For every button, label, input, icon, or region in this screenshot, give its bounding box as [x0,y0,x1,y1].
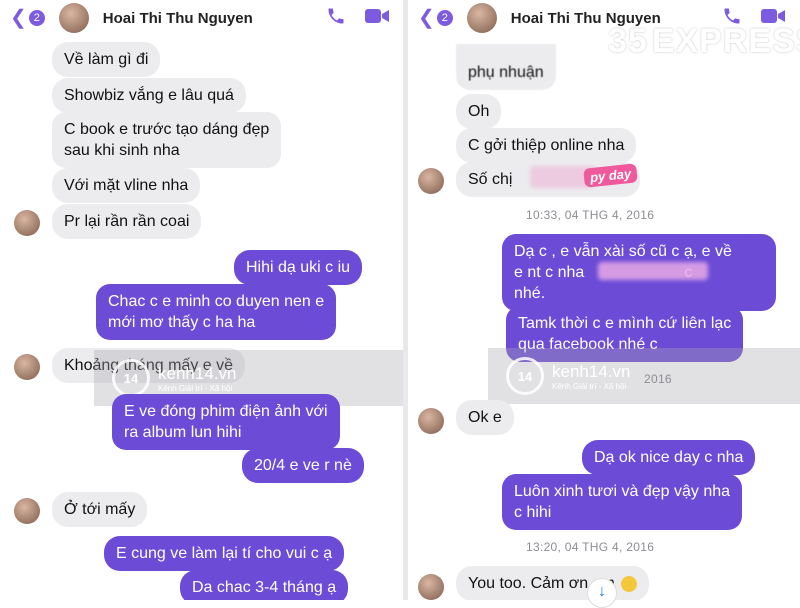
message-bubble-incoming: You too. Cảm ơn em [456,566,649,600]
sender-avatar [14,210,40,236]
timestamp: 10:33, 04 THG 4, 2016 [526,208,655,222]
watermark-tagline: Kênh Giải trí - Xã hội [158,383,233,393]
message-bubble-incoming: Ok e [456,400,514,435]
phone-icon[interactable] [326,6,346,26]
message-bubble-outgoing: Da chac 3-4 tháng ạ [180,570,349,600]
back-button[interactable]: ❮ 2 [10,8,45,28]
back-button[interactable]: ❮ 2 [418,8,453,28]
message-bubble-outgoing: Chac c e minh co duyen nen e mới mơ thấy… [96,284,337,340]
message-bubble-outgoing: Dạ ok nice day c nha [582,440,756,475]
timestamp: 13:20, 04 THG 4, 2016 [526,540,655,554]
watermark-site: kenh14.vn [158,363,237,383]
message-bubble-outgoing: 20/4 e ve r nè [242,448,364,483]
message-bubble-incoming: phụ nhuận [456,44,556,90]
right-chat-panel: ❮ 2 Hoai Thi Thu Nguyen phụ nhuận Oh C g… [408,0,800,600]
35express-logo: 35EXPRESS [608,22,800,61]
message-line: Luôn xinh tươi và đẹp vậy nha [514,483,731,500]
smiley-emoji-icon [620,575,637,592]
video-call-icon[interactable] [364,6,390,26]
chat-header: ❮ 2 Hoai Thi Thu Nguyen [0,0,404,36]
sender-avatar [14,354,40,380]
message-bubble-incoming: C gởi thiệp online nha [456,128,637,163]
message-line: nhé. [514,285,546,302]
chevron-left-icon: ❮ [418,7,435,29]
message-bubble-incoming: Với mặt vline nha [52,168,201,203]
timestamp: 2016 [644,372,672,386]
message-line: sau khi sinh nha [64,142,180,159]
message-bubble-outgoing: Luôn xinh tươi và đẹp vậy nha c hihi [502,474,743,530]
watermark-tagline: Kênh Giải trí - Xã hội [552,381,627,391]
left-chat-panel: ❮ 2 Hoai Thi Thu Nguyen Về làm gì đi Sho… [0,0,404,600]
message-line: C book e trước tạo dáng đẹp [64,121,270,138]
sender-avatar [418,574,444,600]
message-bubble-incoming: Pr lại rần rần coai [52,204,202,239]
message-bubble-outgoing: E cung ve làm lại tí cho vui c ạ [104,536,345,571]
arrow-down-icon: ↓ [598,583,606,600]
message-bubble-outgoing: Hihi dạ uki c iu [234,250,363,285]
message-line: E ve đóng phim điện ảnh với [124,403,328,420]
sender-avatar [418,168,444,194]
message-line: c hihi [514,504,552,521]
message-line: mới mơ thấy c ha ha [108,314,256,331]
scroll-down-button[interactable]: ↓ [587,578,617,608]
contact-name[interactable]: Hoai Thi Thu Nguyen [103,10,253,27]
message-bubble-incoming: Oh [456,94,502,129]
contact-avatar[interactable] [58,3,89,33]
message-line: Chac c e minh co duyen nen e [108,293,325,310]
sender-avatar [418,408,444,434]
message-line: Dạ c , e vẫn xài số cũ c ạ, e về [514,243,732,260]
unread-count-badge: 2 [28,10,45,26]
sender-avatar [14,498,40,524]
kenh14-badge: 14 [506,357,544,395]
logo-number: 35 [608,22,648,60]
contact-avatar[interactable] [466,3,497,33]
kenh14-badge: 14 [112,359,150,397]
redacted-phone-number [598,262,708,280]
message-line: Tamk thời c e mình cứ liên lạc [518,315,732,332]
message-bubble-outgoing: E ve đóng phim điện ảnh với ra album lun… [112,394,340,450]
message-bubble-incoming: C book e trước tạo dáng đẹp sau khi sinh… [52,112,282,168]
logo-text: EXPRESS [651,22,800,60]
chevron-left-icon: ❮ [10,7,27,29]
message-line: ra album lun hihi [124,424,242,441]
message-text: Số chị [468,171,513,188]
unread-count-badge: 2 [436,10,453,26]
message-bubble-incoming: Showbiz vắng e lâu quá [52,78,246,113]
message-bubble-incoming: Ở tới mấy [52,492,148,527]
message-bubble-incoming: Về làm gì đi [52,42,161,77]
watermark-site: kenh14.vn [552,361,631,381]
